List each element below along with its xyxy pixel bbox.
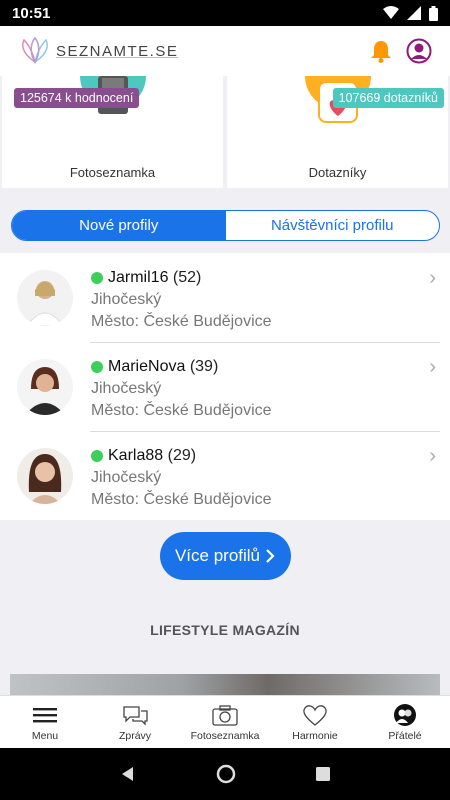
tile-dotazniky[interactable]: 107669 dotazníků Dotazníky — [227, 76, 448, 188]
profile-name: MarieNova — [108, 357, 186, 375]
app-header: SEZNAMTE.SE — [0, 26, 450, 76]
rating-count-badge: 125674 k hodnocení — [14, 88, 140, 108]
tile-fotoseznamka[interactable]: 125674 k hodnocení Fotoseznamka — [2, 76, 223, 188]
home-icon[interactable] — [216, 764, 236, 784]
profile-name: Jarmil16 — [108, 268, 169, 286]
tab-label: Zprávy — [118, 729, 152, 742]
tab-label: Harmonie — [292, 729, 338, 742]
tab-menu[interactable]: Menu — [0, 696, 90, 748]
profile-city: Město: České Budějovice — [91, 312, 272, 330]
system-icons — [383, 5, 438, 21]
list-item[interactable]: MarieNova (39) Jihočeský Město: České Bu… — [0, 342, 450, 431]
tab-friends[interactable]: Přátelé — [360, 696, 450, 748]
status-bar: 10:51 — [0, 0, 450, 26]
tab-messages[interactable]: Zprávy — [90, 696, 180, 748]
profile-filter-segment: Nové profily Návštěvníci profilu — [11, 210, 440, 241]
profile-age: (52) — [172, 268, 202, 286]
profile-region: Jihočeský — [91, 290, 162, 308]
chevron-right-icon — [266, 549, 275, 563]
brand-name[interactable]: SEZNAMTE.SE — [56, 43, 178, 60]
menu-icon — [33, 707, 57, 722]
recents-icon[interactable] — [315, 766, 331, 782]
signal-icon — [407, 6, 421, 20]
wifi-icon — [383, 6, 399, 19]
list-item[interactable]: Jarmil16 (52) Jihočeský Město: České Bud… — [0, 253, 450, 342]
avatar — [17, 447, 73, 504]
profile-region: Jihočeský — [91, 379, 162, 397]
chat-icon — [123, 705, 148, 726]
more-profiles-button[interactable]: Více profilů — [160, 532, 291, 580]
chevron-right-icon: › — [429, 445, 436, 467]
tab-profile-visitors[interactable]: Návštěvníci profilu — [226, 211, 440, 240]
online-indicator — [91, 360, 103, 373]
status-time: 10:51 — [12, 4, 51, 22]
questionnaire-count-badge: 107669 dotazníků — [332, 88, 444, 108]
tile-label: Dotazníky — [308, 165, 367, 180]
online-indicator — [91, 449, 103, 462]
system-navigation-bar — [0, 748, 450, 800]
heart-icon — [303, 704, 327, 726]
magazine-heading: LIFESTYLE MAGAZÍN — [150, 622, 300, 638]
camera-icon — [212, 704, 238, 726]
back-icon[interactable] — [119, 765, 137, 783]
tab-harmony[interactable]: Harmonie — [270, 696, 360, 748]
tab-label: Přátelé — [388, 729, 422, 742]
bell-icon[interactable] — [370, 39, 392, 63]
profile-list: Jarmil16 (52) Jihočeský Město: České Bud… — [0, 253, 450, 520]
logo-icon — [22, 36, 48, 64]
tab-label: Menu — [31, 729, 59, 742]
bottom-tab-bar: Menu Zprávy Fotoseznamka Harmonie Přátel… — [0, 695, 450, 748]
list-item[interactable]: Karla88 (29) Jihočeský Město: České Budě… — [0, 431, 450, 520]
profile-city: Město: České Budějovice — [91, 490, 272, 508]
online-indicator — [91, 271, 103, 284]
tile-label: Fotoseznamka — [69, 165, 156, 180]
friends-icon — [394, 703, 416, 726]
profile-city: Město: České Budějovice — [91, 401, 272, 419]
feature-tiles: 125674 k hodnocení Fotoseznamka 107669 d… — [0, 76, 450, 188]
battery-icon — [429, 5, 438, 21]
tab-new-profiles[interactable]: Nové profily — [12, 211, 226, 240]
chevron-right-icon: › — [429, 356, 436, 378]
profile-age: (39) — [189, 357, 219, 375]
tab-photo-dating[interactable]: Fotoseznamka — [180, 696, 270, 748]
more-profiles-label: Více profilů — [174, 546, 261, 565]
profile-age: (29) — [167, 446, 197, 464]
tab-label: Fotoseznamka — [190, 729, 260, 742]
profile-avatar-icon[interactable] — [406, 38, 432, 64]
chevron-right-icon: › — [429, 267, 436, 289]
avatar — [17, 269, 73, 326]
profile-name: Karla88 — [108, 446, 164, 464]
profile-region: Jihočeský — [91, 468, 162, 486]
avatar — [17, 358, 73, 415]
